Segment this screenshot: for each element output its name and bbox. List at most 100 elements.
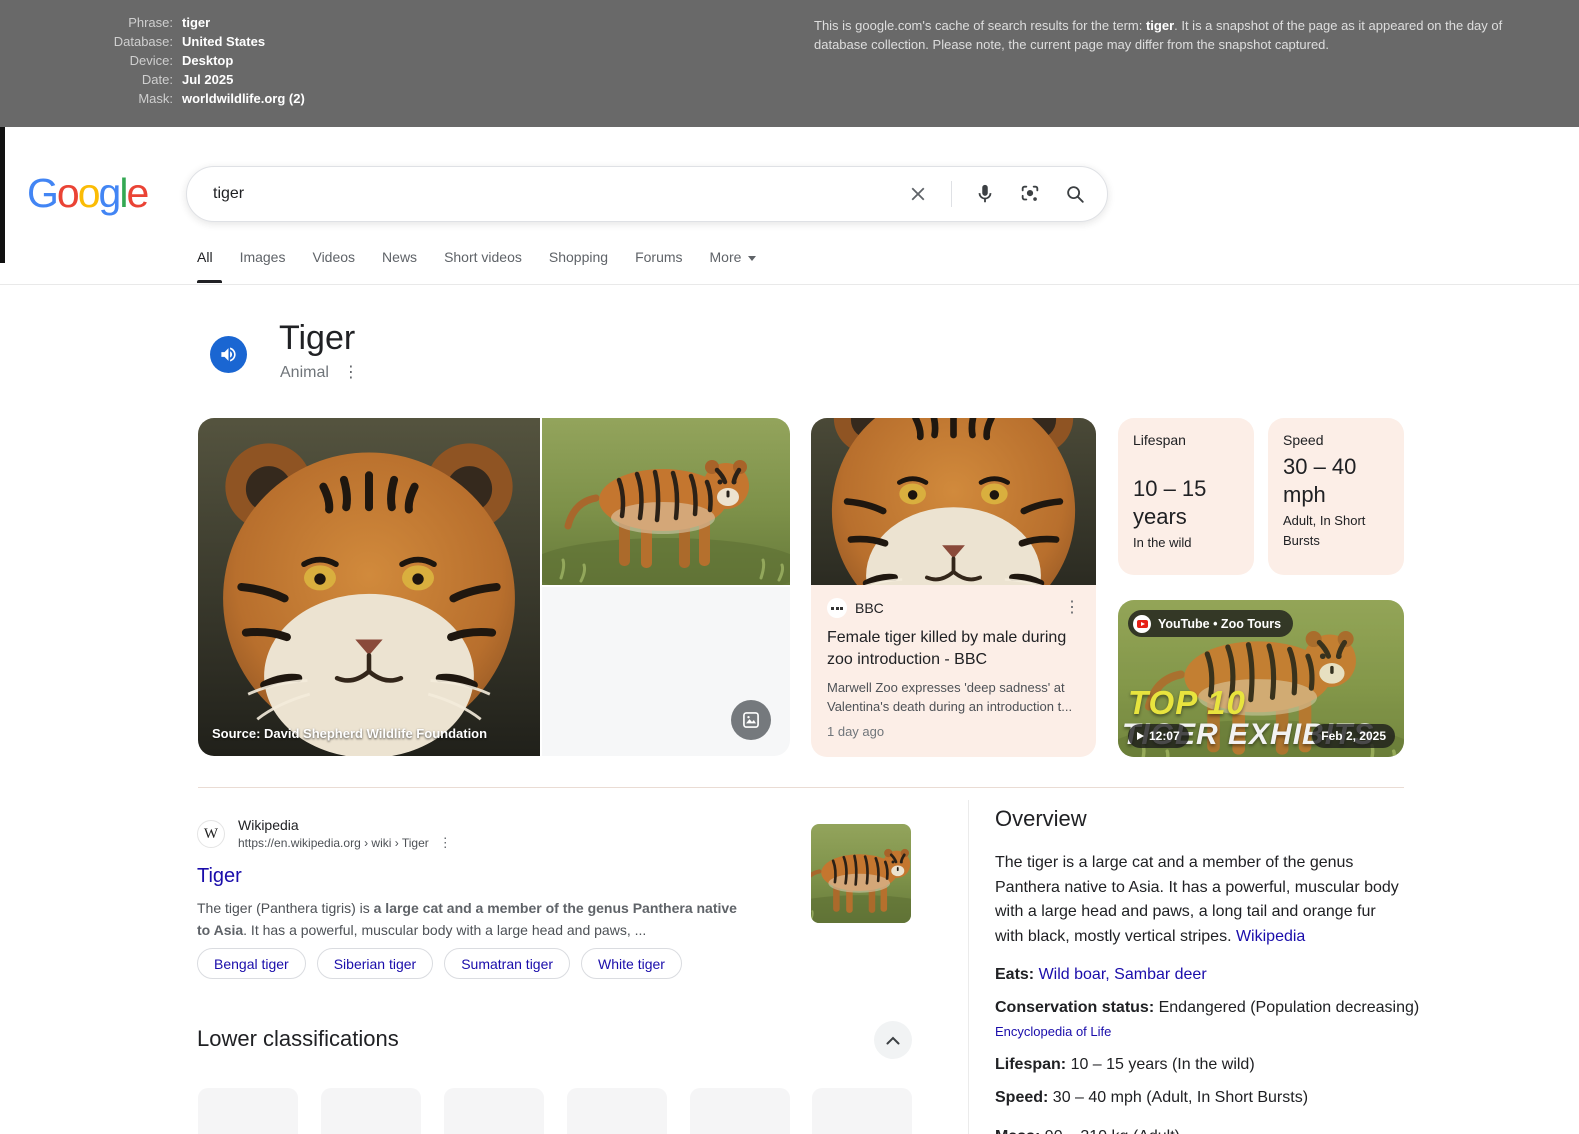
youtube-icon <box>1133 615 1151 633</box>
meta-phrase: Phrase: tiger <box>58 16 305 30</box>
cache-banner: Phrase: tiger Database: United States De… <box>0 0 1579 127</box>
video-duration-badge: 12:07 <box>1128 724 1189 748</box>
notice-text: This is google.com's cache of search res… <box>814 18 1146 33</box>
entity-title: Tiger <box>279 319 355 358</box>
video-date-badge: Feb 2, 2025 <box>1312 724 1395 748</box>
tab-videos[interactable]: Videos <box>312 249 355 265</box>
search-input[interactable]: tiger <box>213 185 906 203</box>
secondary-tiger-image[interactable] <box>542 418 790 585</box>
collapse-button[interactable] <box>874 1021 912 1059</box>
fact-value: 90 – 310 kg (Adult) <box>1045 1128 1180 1134</box>
classification-tile[interactable] <box>567 1088 667 1134</box>
tab-news[interactable]: News <box>382 249 417 265</box>
logo-letter: e <box>126 170 147 216</box>
more-options-icon[interactable]: ⋮ <box>343 365 359 381</box>
fact-label: Lifespan <box>1133 432 1239 448</box>
eats-links[interactable]: Wild boar, Sambar deer <box>1039 966 1207 983</box>
play-icon <box>1137 732 1144 740</box>
meta-value: Desktop <box>182 54 233 68</box>
news-options-icon[interactable]: ⋮ <box>1064 600 1080 616</box>
video-source-badge: YouTube • Zoo Tours <box>1128 610 1293 637</box>
header-divider <box>0 284 1579 285</box>
result-snippet: The tiger (Panthera tigris) is a large c… <box>197 897 749 941</box>
cache-metadata: Phrase: tiger Database: United States De… <box>58 16 305 111</box>
chip-bengal-tiger[interactable]: Bengal tiger <box>197 948 306 979</box>
wikipedia-link[interactable]: Wikipedia <box>1236 928 1305 945</box>
fact-label: Speed: <box>995 1089 1053 1106</box>
overview-text: The tiger is a large cat and a member of… <box>995 854 1399 945</box>
classification-tile[interactable] <box>444 1088 544 1134</box>
news-headline[interactable]: Female tiger killed by male during zoo i… <box>827 627 1080 671</box>
fact-mass-clipped: Mass: 90 – 310 kg (Adult) <box>995 1128 1425 1134</box>
classification-tile[interactable] <box>198 1088 298 1134</box>
fact-label: Eats: <box>995 966 1039 983</box>
wikipedia-favicon: W <box>197 820 225 848</box>
logo-letter: g <box>99 170 120 216</box>
speaker-button[interactable] <box>210 336 247 373</box>
chip-white-tiger[interactable]: White tiger <box>581 948 682 979</box>
fact-note: In the wild <box>1133 533 1239 553</box>
logo-letter: o <box>57 170 78 216</box>
classification-tile[interactable] <box>321 1088 421 1134</box>
notice-term: tiger <box>1146 18 1174 33</box>
lifespan-card[interactable]: Lifespan 10 – 15 years In the wild <box>1118 418 1254 575</box>
lower-classifications-heading: Lower classifications <box>197 1026 399 1052</box>
chip-siberian-tiger[interactable]: Siberian tiger <box>317 948 434 979</box>
snippet-text: The tiger (Panthera tigris) is <box>197 900 374 916</box>
fact-value: 10 – 15 years <box>1133 475 1239 531</box>
chip-sumatran-tiger[interactable]: Sumatran tiger <box>444 948 570 979</box>
fact-note: Adult, In Short Bursts <box>1283 511 1389 551</box>
meta-database: Database: United States <box>58 35 305 49</box>
speed-card[interactable]: Speed 30 – 40 mph Adult, In Short Bursts <box>1268 418 1404 575</box>
tab-images[interactable]: Images <box>240 249 286 265</box>
encyclopedia-of-life-link[interactable]: Encyclopedia of Life <box>995 1024 1111 1039</box>
news-thumbnail <box>811 418 1096 585</box>
overview-heading: Overview <box>995 806 1087 832</box>
clear-search-icon[interactable] <box>906 182 930 206</box>
chevron-down-icon <box>748 256 756 261</box>
tab-forums[interactable]: Forums <box>635 249 682 265</box>
search-bar-divider <box>951 181 952 207</box>
result-url: https://en.wikipedia.org › wiki › Tiger <box>238 834 429 852</box>
meta-mask: Mask: worldwildlife.org (2) <box>58 92 305 106</box>
classification-tile[interactable] <box>812 1088 912 1134</box>
classification-tile[interactable] <box>690 1088 790 1134</box>
related-chips: Bengal tiger Siberian tiger Sumatran tig… <box>197 948 682 979</box>
meta-device: Device: Desktop <box>58 54 305 68</box>
cache-notice: This is google.com's cache of search res… <box>814 16 1520 54</box>
microphone-icon[interactable] <box>973 182 997 206</box>
logo-letter: G <box>27 170 57 216</box>
result-title-link[interactable]: Tiger <box>197 865 757 888</box>
video-overlay-text-1: TOP 10 <box>1128 684 1246 722</box>
fact-eats: Eats: Wild boar, Sambar deer <box>995 966 1425 984</box>
fact-label: Lifespan: <box>995 1056 1071 1073</box>
screenshot-edge-artifact <box>0 127 5 263</box>
search-bar[interactable]: tiger <box>186 166 1108 222</box>
result-thumbnail-image[interactable] <box>811 824 911 923</box>
tab-all[interactable]: All <box>197 249 213 265</box>
video-date: Feb 2, 2025 <box>1321 729 1386 743</box>
google-logo[interactable]: Google <box>27 170 147 217</box>
fact-value: 30 – 40 mph <box>1283 453 1389 509</box>
section-divider <box>198 787 1404 788</box>
meta-value: United States <box>182 35 265 49</box>
logo-letter: o <box>78 170 99 216</box>
main-tiger-image[interactable]: Source: David Shepherd Wildlife Foundati… <box>198 418 540 756</box>
result-options-icon[interactable]: ⋮ <box>439 835 452 851</box>
search-icon[interactable] <box>1063 182 1087 206</box>
more-images-button[interactable] <box>731 700 771 740</box>
google-lens-icon[interactable] <box>1018 182 1042 206</box>
search-bar-actions <box>906 181 1107 207</box>
video-source-label: YouTube • Zoo Tours <box>1158 617 1281 631</box>
tab-short-videos[interactable]: Short videos <box>444 249 522 265</box>
video-card[interactable]: TIGER EXHIBITS TOP 10 YouTube • Zoo Tour… <box>1118 600 1404 757</box>
overview-paragraph: The tiger is a large cat and a member of… <box>995 851 1407 949</box>
tab-more[interactable]: More <box>710 249 757 265</box>
image-source-caption: Source: David Shepherd Wildlife Foundati… <box>212 726 487 741</box>
fact-value: Endangered (Population decreasing) <box>1159 999 1420 1016</box>
tab-more-label: More <box>710 249 742 265</box>
bbc-favicon <box>827 598 847 618</box>
tab-shopping[interactable]: Shopping <box>549 249 608 265</box>
meta-label: Device: <box>58 54 173 68</box>
news-card[interactable]: BBC ⋮ Female tiger killed by male during… <box>811 418 1096 757</box>
